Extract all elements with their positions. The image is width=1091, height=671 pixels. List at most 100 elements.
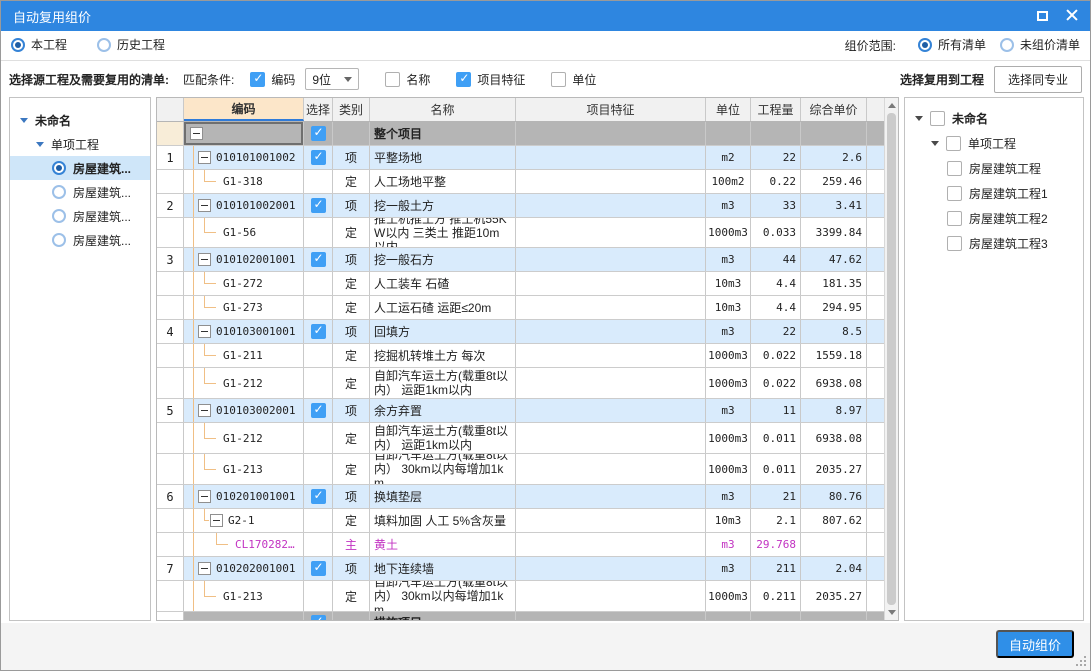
table-row[interactable]: G1-211定挖掘机转堆土方 每次1000m30.0221559.18 [157,344,884,368]
source-tree-item[interactable]: 房屋建筑... [10,228,150,252]
table-row[interactable]: G1-212定自卸汽车运土方(载重8t以内） 运距1km以内1000m30.02… [157,368,884,399]
source-option[interactable]: 本工程 [11,36,67,53]
resize-grip[interactable] [1076,656,1086,666]
table-row[interactable]: G2-1定填料加固 人工 5%含灰量10m32.1807.62 [157,509,884,533]
category-cell: 项 [333,146,370,169]
checkbox-icon[interactable] [311,126,326,141]
code-digits-dropdown[interactable]: 9位 [305,68,359,90]
checkbox-icon[interactable] [947,186,962,201]
checkbox-icon[interactable] [311,489,326,504]
tree-line [193,320,194,343]
target-tree-item[interactable]: 单项工程 [905,131,1083,156]
scroll-up-icon[interactable] [888,103,896,108]
column-header-unit[interactable]: 单位 [706,98,751,121]
checkbox-icon[interactable] [311,615,326,620]
column-header-quantity[interactable]: 工程量 [751,98,801,121]
select-same-specialty-button[interactable]: 选择同专业 [994,66,1082,93]
collapse-icon[interactable] [210,514,223,527]
column-header-select[interactable]: 选择 [304,98,333,121]
checkbox-icon[interactable] [311,150,326,165]
source-tree-item[interactable]: 单项工程 [10,132,150,156]
collapse-icon[interactable] [190,127,203,140]
target-tree-item[interactable]: 房屋建筑工程3 [905,231,1083,256]
collapse-icon[interactable] [198,199,211,212]
chevron-expanded-icon[interactable] [36,142,44,147]
target-tree-item[interactable]: 未命名 [905,106,1083,131]
name-cell: 自卸汽车运土方(载重8t以内） 运距1km以内 [370,368,516,398]
collapse-icon[interactable] [198,325,211,338]
table-row[interactable]: 1010101001002项平整场地m2222.6 [157,146,884,170]
table-row[interactable]: G1-213定自卸汽车运土方(载重8t以内） 30km以内每增加1km1000m… [157,454,884,485]
table-row[interactable]: 措施项目 [157,612,884,620]
collapse-icon[interactable] [198,151,211,164]
checkbox-icon[interactable] [930,111,945,126]
close-button[interactable] [1066,9,1078,24]
scope-option[interactable]: 未组价清单 [1000,36,1080,53]
target-tree-item[interactable]: 房屋建筑工程 [905,156,1083,181]
vertical-scrollbar[interactable] [884,98,898,620]
source-tree-item[interactable]: 房屋建筑... [10,180,150,204]
checkbox-icon[interactable] [947,161,962,176]
collapse-icon[interactable] [198,562,211,575]
table-row[interactable]: G1-272定人工装车 石碴10m34.4181.35 [157,272,884,296]
table-row[interactable]: 整个项目 [157,122,884,146]
collapse-icon[interactable] [198,490,211,503]
column-header-name[interactable]: 名称 [370,98,516,121]
column-header-category[interactable]: 类别 [333,98,370,121]
checkbox-icon[interactable] [311,403,326,418]
feature-cell [516,368,706,398]
row-number-cell: 6 [157,485,184,508]
checkbox-icon[interactable] [946,136,961,151]
table-row[interactable]: G1-56定推土机推土方 推土机55KW以内 三类土 推距10m以内1000m3… [157,218,884,248]
table-row[interactable]: 7010202001001项地下连续墙m32112.04 [157,557,884,581]
checkbox-icon[interactable] [311,324,326,339]
chevron-expanded-icon[interactable] [915,116,923,121]
collapse-icon[interactable] [198,404,211,417]
checkbox-icon[interactable] [551,72,566,87]
checkbox-icon[interactable] [311,561,326,576]
table-row[interactable]: G1-273定人工运石碴 运距≤20m10m34.4294.95 [157,296,884,320]
table-row[interactable]: 4010103001001项回填方m3228.5 [157,320,884,344]
title-bar[interactable]: 自动复用组价 [1,1,1090,31]
scrollbar-thumb[interactable] [887,113,896,605]
quantity-cell: 29.768 [751,533,801,556]
table-row[interactable]: 2010101002001项挖一般土方m3333.41 [157,194,884,218]
table-row[interactable]: G1-213定自卸汽车运土方(载重8t以内） 30km以内每增加1km1000m… [157,581,884,612]
checkbox-icon[interactable] [311,198,326,213]
auto-pricing-button[interactable]: 自动组价 [996,630,1074,658]
scroll-down-icon[interactable] [888,610,896,615]
checkbox-icon[interactable] [385,72,400,87]
column-header-feature[interactable]: 项目特征 [516,98,706,121]
category-cell: 项 [333,485,370,508]
target-tree-item[interactable]: 房屋建筑工程1 [905,181,1083,206]
source-tree-item[interactable]: 房屋建筑... [10,156,150,180]
collapse-icon[interactable] [198,253,211,266]
checkbox-icon[interactable] [456,72,471,87]
checkbox-icon[interactable] [947,236,962,251]
maximize-button[interactable] [1037,9,1048,24]
tree-item-label: 未命名 [952,110,988,127]
column-header-unit-price[interactable]: 综合单价 [801,98,867,121]
code-cell: G1-56 [184,218,304,247]
source-option[interactable]: 历史工程 [97,36,165,53]
table-row[interactable]: G1-318定人工场地平整100m20.22259.46 [157,170,884,194]
row-number-cell [157,454,184,484]
scope-option[interactable]: 所有清单 [918,36,986,53]
chevron-expanded-icon[interactable] [20,118,28,123]
checkbox-icon[interactable] [311,252,326,267]
table-row[interactable]: G1-212定自卸汽车运土方(载重8t以内） 运距1km以内1000m30.01… [157,423,884,454]
code-text: G2-1 [228,514,255,527]
column-header-rownum[interactable] [157,98,184,121]
table-row[interactable]: 3010102001001项挖一般石方m34447.62 [157,248,884,272]
table-row[interactable]: CL170282…主黄土m329.768 [157,533,884,557]
table-row[interactable]: 6010201001001项换填垫层m32180.76 [157,485,884,509]
checkbox-icon[interactable] [250,72,265,87]
source-tree-item[interactable]: 未命名 [10,108,150,132]
source-tree-item[interactable]: 房屋建筑... [10,204,150,228]
table-row[interactable]: 5010103002001项余方弃置m3118.97 [157,399,884,423]
price-cell: 2035.27 [801,454,867,484]
target-tree-item[interactable]: 房屋建筑工程2 [905,206,1083,231]
chevron-expanded-icon[interactable] [931,141,939,146]
checkbox-icon[interactable] [947,211,962,226]
column-header-code[interactable]: 编码 [184,98,304,121]
